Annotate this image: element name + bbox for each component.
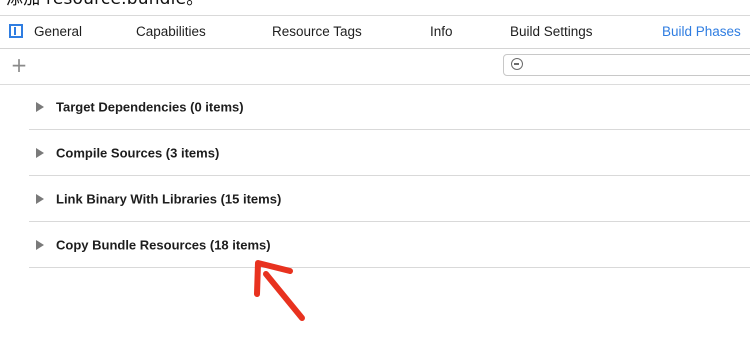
filter-input[interactable] <box>503 54 750 76</box>
phase-label: Target Dependencies (0 items) <box>56 99 244 115</box>
build-phases-toolbar: + <box>0 49 750 85</box>
filter-icon <box>511 58 523 70</box>
tab-resource-tags[interactable]: Resource Tags <box>272 16 362 48</box>
tab-capabilities[interactable]: Capabilities <box>136 16 206 48</box>
phase-label: Compile Sources (3 items) <box>56 145 220 160</box>
phase-label: Link Binary With Libraries (15 items) <box>56 191 282 206</box>
tab-general[interactable]: General <box>30 16 82 48</box>
disclosure-triangle-icon[interactable] <box>36 239 44 250</box>
phase-label: Copy Bundle Resources (18 items) <box>56 237 271 252</box>
disclosure-triangle-icon[interactable] <box>36 102 44 112</box>
phase-target-dependencies[interactable]: Target Dependencies (0 items) <box>29 85 750 130</box>
disclosure-triangle-icon[interactable] <box>36 193 44 204</box>
tab-general-label: General <box>33 24 82 39</box>
tab-build-phases[interactable]: Build Phases <box>662 16 741 48</box>
phase-compile-sources[interactable]: Compile Sources (3 items) <box>29 130 750 176</box>
disclosure-triangle-icon[interactable] <box>36 147 44 158</box>
tab-build-settings[interactable]: Build Settings <box>510 16 593 48</box>
editor-tab-bar: General Capabilities Resource Tags Info … <box>0 15 750 49</box>
caption-text: 添加 resource.bundle。 <box>6 0 203 8</box>
phase-link-binary-with-libraries[interactable]: Link Binary With Libraries (15 items) <box>29 176 750 222</box>
tab-info[interactable]: Info <box>430 16 453 48</box>
phase-copy-bundle-resources[interactable]: Copy Bundle Resources (18 items) <box>29 222 750 268</box>
build-phase-list: Target Dependencies (0 items) Compile So… <box>29 85 750 268</box>
sidebar-toggle-icon[interactable] <box>9 24 23 38</box>
add-build-phase-button[interactable]: + <box>10 55 28 75</box>
